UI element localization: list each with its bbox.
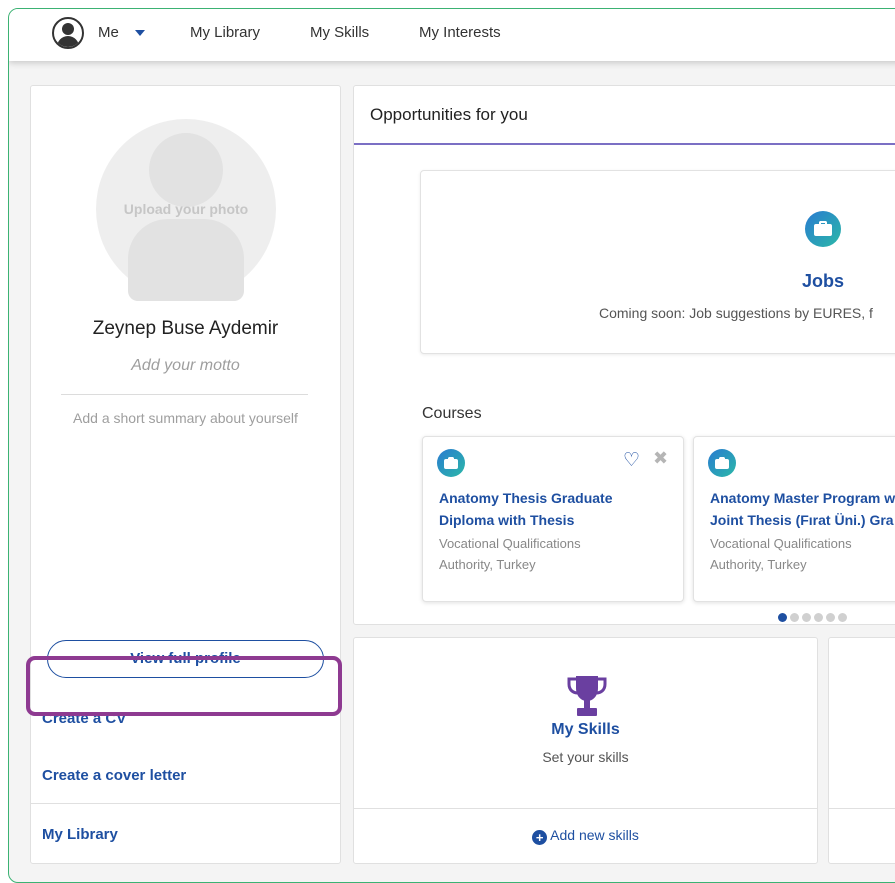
my-skills-title[interactable]: My Skills bbox=[354, 721, 817, 739]
add-new-skills-label: Add new skills bbox=[550, 827, 639, 843]
profile-card: Upload your photo Zeynep Buse Aydemir Ad… bbox=[30, 85, 341, 864]
close-icon[interactable]: ✖ bbox=[653, 448, 668, 469]
nav-my-skills[interactable]: My Skills bbox=[310, 24, 369, 41]
next-card bbox=[828, 637, 895, 864]
opportunities-header: Opportunities for you bbox=[354, 86, 895, 145]
my-skills-subtitle: Set your skills bbox=[542, 749, 629, 765]
carousel-dot[interactable] bbox=[790, 613, 799, 622]
carousel-dot[interactable] bbox=[826, 613, 835, 622]
divider bbox=[31, 803, 340, 804]
nav-my-interests[interactable]: My Interests bbox=[419, 24, 501, 41]
jobs-title: Jobs bbox=[801, 271, 844, 291]
opportunities-panel: Opportunities for you Jobs Coming soon: … bbox=[353, 85, 895, 625]
nav-my-library[interactable]: My Library bbox=[190, 24, 260, 41]
highlight-box bbox=[26, 656, 342, 716]
opportunities-title: Opportunities for you bbox=[370, 105, 528, 124]
jobs-subtitle: Coming soon: Job suggestions by EURES, f bbox=[599, 305, 873, 321]
heart-icon[interactable]: ♡ bbox=[623, 449, 640, 472]
carousel-dot[interactable] bbox=[838, 613, 847, 622]
divider bbox=[354, 808, 817, 809]
briefcase-icon bbox=[805, 211, 841, 247]
person-silhouette-icon bbox=[149, 133, 223, 207]
motto-field[interactable]: Add your motto bbox=[31, 357, 340, 375]
trophy-icon bbox=[567, 676, 607, 716]
upload-photo[interactable]: Upload your photo bbox=[96, 119, 276, 301]
profile-name: Zeynep Buse Aydemir bbox=[92, 318, 279, 339]
divider bbox=[61, 394, 308, 395]
briefcase-icon bbox=[437, 449, 465, 477]
jobs-card[interactable]: Jobs Coming soon: Job suggestions by EUR… bbox=[420, 170, 895, 354]
course-provider: Vocational Qualifications Authority, Tur… bbox=[710, 536, 852, 572]
course-card[interactable]: ♡ ✖ Anatomy Thesis Graduate Diploma with… bbox=[422, 436, 684, 602]
upload-photo-label: Upload your photo bbox=[123, 201, 249, 217]
plus-circle-icon: + bbox=[532, 830, 548, 845]
create-cover-letter-link[interactable]: Create a cover letter bbox=[42, 767, 186, 784]
summary-field[interactable]: Add a short summary about yourself bbox=[31, 410, 340, 426]
course-title[interactable]: Anatomy Thesis Graduate Diploma with The… bbox=[439, 487, 679, 531]
carousel-dot[interactable] bbox=[802, 613, 811, 622]
carousel-dot[interactable] bbox=[778, 613, 787, 622]
top-navigation: Me My Library My Skills My Interests bbox=[9, 9, 895, 61]
course-title[interactable]: Anatomy Master Program w Joint Thesis (F… bbox=[710, 487, 895, 531]
carousel-pagination bbox=[778, 613, 847, 622]
my-skills-card: My Skills Set your skills + Add new skill… bbox=[353, 637, 818, 864]
user-avatar-icon[interactable] bbox=[52, 17, 84, 49]
carousel-dot[interactable] bbox=[814, 613, 823, 622]
course-card[interactable]: ♡ Anatomy Master Program w Joint Thesis … bbox=[693, 436, 895, 602]
my-library-link[interactable]: My Library bbox=[42, 826, 118, 843]
add-new-skills-button[interactable]: + Add new skills bbox=[354, 827, 817, 845]
app-frame: Me My Library My Skills My Interests Upl… bbox=[8, 8, 895, 883]
briefcase-icon bbox=[708, 449, 736, 477]
course-provider: Vocational Qualifications Authority, Tur… bbox=[439, 536, 581, 572]
chevron-down-icon[interactable] bbox=[135, 30, 145, 36]
courses-label: Courses bbox=[422, 405, 482, 422]
me-menu[interactable]: Me bbox=[98, 24, 119, 41]
